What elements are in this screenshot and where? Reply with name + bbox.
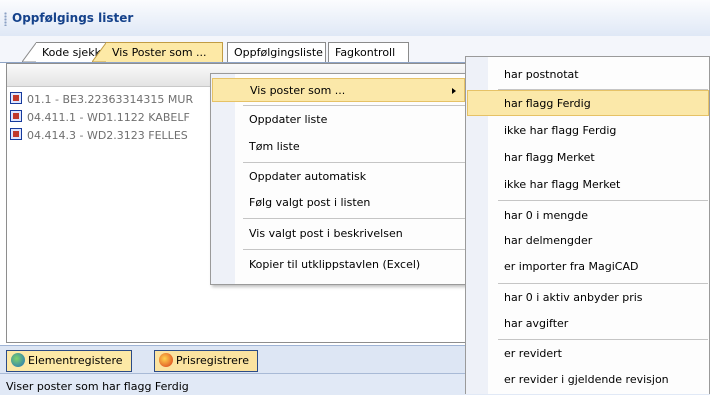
bottom-tab-label: Elementregistere (28, 354, 123, 367)
menu-separator (498, 339, 708, 340)
menu-item-kopier-excel[interactable]: Kopier til utklippstavlen (Excel) (212, 253, 465, 277)
tab-label: Oppfølgingsliste (234, 46, 323, 59)
menu-separator (243, 162, 465, 163)
menu-item-vis-poster-som[interactable]: Vis poster som ... (212, 78, 465, 102)
tab-label: Vis Poster som ... (112, 46, 207, 59)
price-register-icon (159, 353, 173, 367)
submenu-item-har-delmengder[interactable]: har delmengder (467, 228, 709, 254)
tab-vis-poster-som[interactable]: Vis Poster som ... (106, 42, 223, 62)
submenu-item-er-revidert[interactable]: er revidert (467, 341, 709, 367)
menu-item-label: Vis valgt post i beskrivelsen (249, 227, 403, 240)
submenu-item-er-importer-fra-magicad[interactable]: er importer fra MagiCAD (467, 254, 709, 280)
menu-item-label: ikke har flagg Merket (504, 178, 621, 191)
menu-item-label: er revider i gjeldende revisjon (504, 373, 669, 386)
post-icon (10, 110, 22, 122)
list-item-text: 01.1 - BE3.22363314315 MUR (27, 93, 194, 106)
menu-item-label: Følg valgt post i listen (249, 196, 371, 209)
menu-item-oppdater-liste[interactable]: Oppdater liste (212, 108, 465, 132)
menu-separator (243, 105, 465, 106)
submenu-item-har-flagg-merket[interactable]: har flagg Merket (467, 145, 709, 171)
menu-item-label: har postnotat (504, 68, 579, 81)
menu-item-label: er importer fra MagiCAD (504, 260, 639, 273)
tab-label: Fagkontroll (335, 46, 396, 59)
tab-fagkontroll[interactable]: Fagkontroll (328, 42, 409, 62)
menu-item-label: Oppdater liste (249, 113, 328, 126)
list-item[interactable]: 04.411.1 - WD1.1122 KABELF (10, 109, 190, 127)
menu-item-label: Tøm liste (249, 140, 300, 153)
bottom-tab-label: Prisregistrere (176, 354, 249, 367)
tab-oppfolgingsliste[interactable]: Oppfølgingsliste (227, 42, 326, 62)
submenu-arrow-icon (452, 88, 456, 94)
menu-separator (498, 283, 708, 284)
menu-item-folg-valgt-post[interactable]: Følg valgt post i listen (212, 191, 465, 215)
menu-item-label: har delmengder (504, 234, 593, 247)
panel-title: Oppfølgings lister (12, 11, 134, 25)
menu-item-label: Vis poster som ... (250, 84, 346, 97)
list-item-text: 04.411.1 - WD1.1122 KABELF (27, 111, 190, 124)
submenu-item-ikke-har-flagg-ferdig[interactable]: ikke har flagg Ferdig (467, 118, 709, 144)
menu-item-label: Kopier til utklippstavlen (Excel) (249, 258, 421, 271)
submenu-item-har-flagg-ferdig[interactable]: har flagg Ferdig (467, 90, 709, 116)
menu-separator (243, 249, 465, 250)
post-icon (10, 92, 22, 104)
menu-item-vis-valgt-post[interactable]: Vis valgt post i beskrivelsen (212, 222, 465, 246)
menu-item-label: har avgifter (504, 317, 569, 330)
menu-separator (498, 200, 708, 201)
list-item[interactable]: 04.414.3 - WD2.3123 FELLES (10, 127, 188, 145)
submenu-item-har-avgifter[interactable]: har avgifter (467, 311, 709, 337)
tab-elementregistere[interactable]: Elementregistere (6, 350, 132, 372)
tab-prisregistrere[interactable]: Prisregistrere (154, 350, 258, 372)
submenu-item-er-revider-i-gjeldende-revisjon[interactable]: er revider i gjeldende revisjon (467, 367, 709, 393)
list-item[interactable]: 01.1 - BE3.22363314315 MUR (10, 91, 193, 109)
submenu-item-har-0-i-aktiv-anbyder-pris[interactable]: har 0 i aktiv anbyder pris (467, 285, 709, 311)
submenu-item-ikke-har-flagg-merket[interactable]: ikke har flagg Merket (467, 172, 709, 198)
menu-separator (243, 218, 465, 219)
grip-icon[interactable] (4, 12, 7, 26)
submenu-item-har-postnotat[interactable]: har postnotat (467, 62, 709, 88)
menu-item-label: har 0 i aktiv anbyder pris (504, 291, 643, 304)
submenu-vis-poster-som: har postnotat har flagg Ferdig ikke har … (465, 56, 710, 394)
status-text: Viser poster som har flagg Ferdig (6, 380, 189, 393)
menu-item-label: er revidert (504, 347, 562, 360)
list-item-text: 04.414.3 - WD2.3123 FELLES (27, 129, 188, 142)
context-menu: Vis poster som ... Oppdater liste Tøm li… (210, 73, 467, 285)
post-icon (10, 128, 22, 140)
element-register-icon (11, 353, 25, 367)
menu-item-label: ikke har flagg Ferdig (504, 124, 617, 137)
menu-item-label: har flagg Merket (504, 151, 595, 164)
menu-item-oppdater-automatisk[interactable]: Oppdater automatisk (212, 165, 465, 189)
menu-item-tom-liste[interactable]: Tøm liste (212, 135, 465, 159)
menu-item-label: har 0 i mengde (504, 209, 588, 222)
submenu-item-har-0-i-mengde[interactable]: har 0 i mengde (467, 203, 709, 229)
menu-item-label: Oppdater automatisk (249, 170, 367, 183)
menu-item-label: har flagg Ferdig (504, 97, 591, 110)
panel-titlebar: Oppfølgings lister (0, 0, 710, 36)
